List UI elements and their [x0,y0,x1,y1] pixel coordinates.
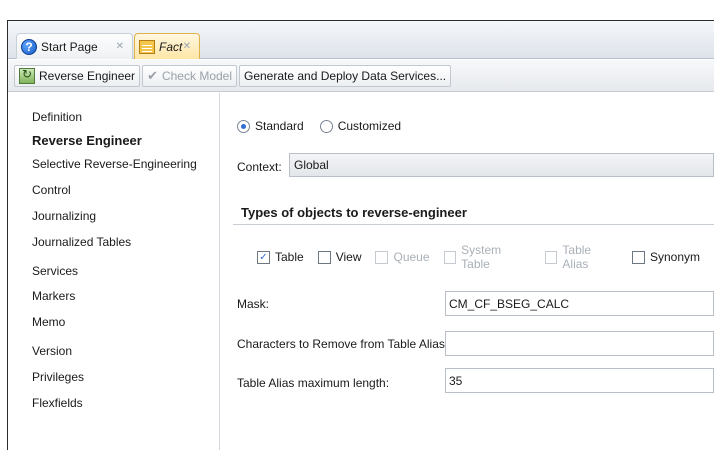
checkbox-label: View [335,250,362,264]
checkbox-icon [443,250,457,264]
alias-max-length-label: Table Alias maximum length: [237,376,390,390]
sidebar-item-journalizing[interactable]: Journalizing [32,209,96,223]
customized-label: Customized [337,119,402,133]
checkbox-icon [631,250,645,264]
customized-radio[interactable] [319,119,333,133]
close-icon[interactable]: ✕ [183,41,191,52]
object-types-group: ✓ Table View Queue System Table Table Al… [257,243,714,271]
sidebar-item-reverse-engineer[interactable]: Reverse Engineer [32,133,142,148]
checkbox-checked-icon: ✓ [257,250,270,264]
check-model-button[interactable]: ✔ Check Model [142,64,237,87]
tab-label: Start Page [41,39,98,54]
sidebar-item-services[interactable]: Services [32,264,78,278]
checkbox-label: Synonym [649,250,700,264]
alias-max-length-input[interactable]: 35 [445,368,714,393]
tab-start-page[interactable]: ? Start Page ✕ [16,33,133,59]
sidebar-nav: Definition Reverse Engineer Selective Re… [8,93,220,450]
mask-label: Mask: [237,297,270,311]
synonym-checkbox[interactable]: Synonym [631,250,700,264]
editor-window: ? Start Page ✕ Fact ✕ Reverse Engineer ✔… [7,20,714,450]
checkbox-label: Table Alias [562,243,592,271]
help-icon: ? [21,38,37,55]
checkmark-icon: ✔ [147,67,158,83]
sidebar-item-definition[interactable]: Definition [32,110,82,124]
table-alias-checkbox[interactable]: Table Alias [544,243,618,271]
view-checkbox[interactable]: View [317,250,362,264]
section-title: Types of objects to reverse-engineer [241,205,467,220]
close-icon[interactable]: ✕ [116,41,124,52]
reverse-engineer-label: Reverse Engineer [39,68,136,83]
checkbox-icon [544,250,558,264]
standard-radio[interactable] [237,119,250,133]
tab-label: Fact [159,39,183,54]
toolbar: Reverse Engineer ✔ Check Model Generate … [8,60,714,92]
sidebar-item-memo[interactable]: Memo [32,315,65,329]
system-table-checkbox[interactable]: System Table [443,243,531,271]
context-select[interactable]: Global [289,153,714,177]
reverse-engineer-button[interactable]: Reverse Engineer [14,64,141,87]
reverse-engineer-icon [19,67,35,84]
sidebar-item-control[interactable]: Control [32,183,71,197]
checkbox-icon [317,250,331,264]
sidebar-item-flexfields[interactable]: Flexfields [32,396,83,410]
standard-label: Standard [255,119,304,133]
sidebar-item-version[interactable]: Version [32,344,72,358]
tab-fact[interactable]: Fact ✕ [134,33,200,59]
divider [233,224,714,225]
generate-deploy-button[interactable]: Generate and Deploy Data Services... [239,64,452,87]
mask-input[interactable]: CM_CF_BSEG_CALC [445,291,714,316]
checkbox-icon [375,250,389,264]
datastore-icon [139,39,155,54]
sidebar-item-markers[interactable]: Markers [32,289,75,303]
reverse-engineer-panel: Standard Customized Context: Global Type… [221,93,714,450]
checkbox-label: Table [275,250,304,264]
remove-chars-input[interactable] [445,331,714,356]
remove-chars-label: Characters to Remove from Table Alias: [237,337,449,351]
context-label: Context: [237,160,282,174]
sidebar-item-selective-reverse-engineering[interactable]: Selective Reverse-Engineering [32,157,197,171]
checkbox-label: Queue [393,250,430,264]
tab-strip: ? Start Page ✕ Fact ✕ [8,21,714,59]
sidebar-item-journalized-tables[interactable]: Journalized Tables [32,235,131,249]
queue-checkbox[interactable]: Queue [375,250,430,264]
table-checkbox[interactable]: ✓ Table [257,250,304,264]
mode-radio-group: Standard Customized [237,119,401,133]
check-model-label: Check Model [161,68,232,83]
checkbox-label: System Table [461,243,502,271]
sidebar-item-privileges[interactable]: Privileges [32,370,84,384]
generate-deploy-label: Generate and Deploy Data Services... [244,68,447,83]
